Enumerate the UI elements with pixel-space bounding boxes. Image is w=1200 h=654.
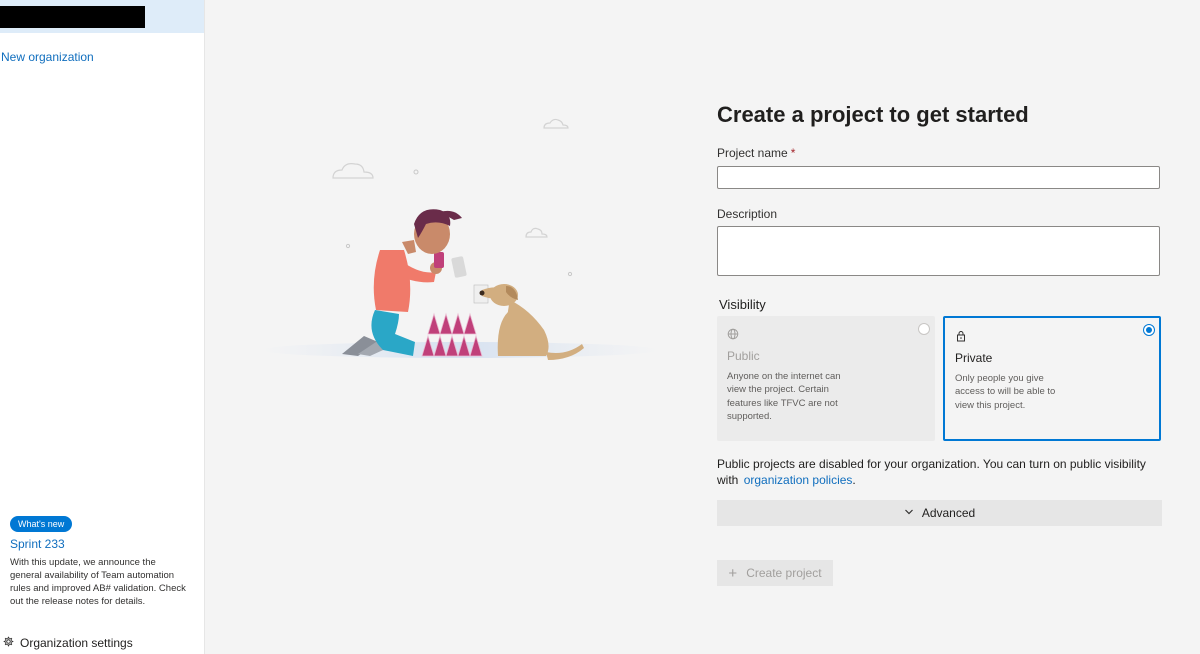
project-name-input[interactable] xyxy=(717,166,1160,189)
description-label: Description xyxy=(717,207,778,221)
advanced-label: Advanced xyxy=(921,506,976,520)
notice-end: . xyxy=(852,472,856,487)
new-organization-link[interactable]: New organization xyxy=(1,50,94,64)
sprint-description: With this update, we announce the genera… xyxy=(10,557,186,607)
description-input[interactable] xyxy=(717,226,1160,276)
public-description: Anyone on the internet can view the proj… xyxy=(727,371,841,422)
advanced-toggle-button[interactable]: Advanced xyxy=(717,500,1162,526)
sprint-link[interactable]: Sprint 233 xyxy=(10,537,65,551)
private-description: Only people you give access to will be a… xyxy=(955,373,1056,411)
private-radio[interactable] xyxy=(1143,324,1155,336)
lock-icon xyxy=(955,329,967,342)
organization-settings-label: Organization settings xyxy=(20,636,133,650)
page-title: Create a project to get started xyxy=(717,102,1029,127)
globe-icon xyxy=(727,327,739,340)
public-disabled-notice: Public projects are disabled for your or… xyxy=(717,457,1162,488)
create-project-label: Create project xyxy=(746,566,822,580)
organization-settings-link[interactable]: Organization settings xyxy=(3,636,133,650)
organization-policies-link[interactable]: organization policies xyxy=(744,473,853,487)
visibility-option-public[interactable]: Public Anyone on the internet can view t… xyxy=(717,316,935,441)
public-radio[interactable] xyxy=(918,323,930,335)
whats-new-badge: What's new xyxy=(10,516,73,532)
organization-name-redacted xyxy=(0,6,145,28)
organization-header[interactable] xyxy=(0,0,204,33)
welcome-illustration xyxy=(260,100,660,370)
private-title: Private xyxy=(955,351,993,365)
project-name-label-text: Project name xyxy=(717,146,788,160)
gear-icon xyxy=(3,636,14,650)
public-title: Public xyxy=(727,349,760,363)
create-project-form: Create a project to get started Project … xyxy=(717,0,1167,654)
cloud-icon xyxy=(332,118,569,238)
required-marker: * xyxy=(790,146,796,160)
plus-icon: + xyxy=(728,564,738,582)
project-name-label: Project name * xyxy=(717,146,795,160)
visibility-option-private[interactable]: Private Only people you give access to w… xyxy=(943,316,1161,441)
create-project-button[interactable]: + Create project xyxy=(717,560,833,586)
visibility-label: Visibility xyxy=(719,297,766,312)
sidebar: New organization What's new Sprint 233 W… xyxy=(0,0,205,654)
chevron-down-icon xyxy=(904,506,914,520)
